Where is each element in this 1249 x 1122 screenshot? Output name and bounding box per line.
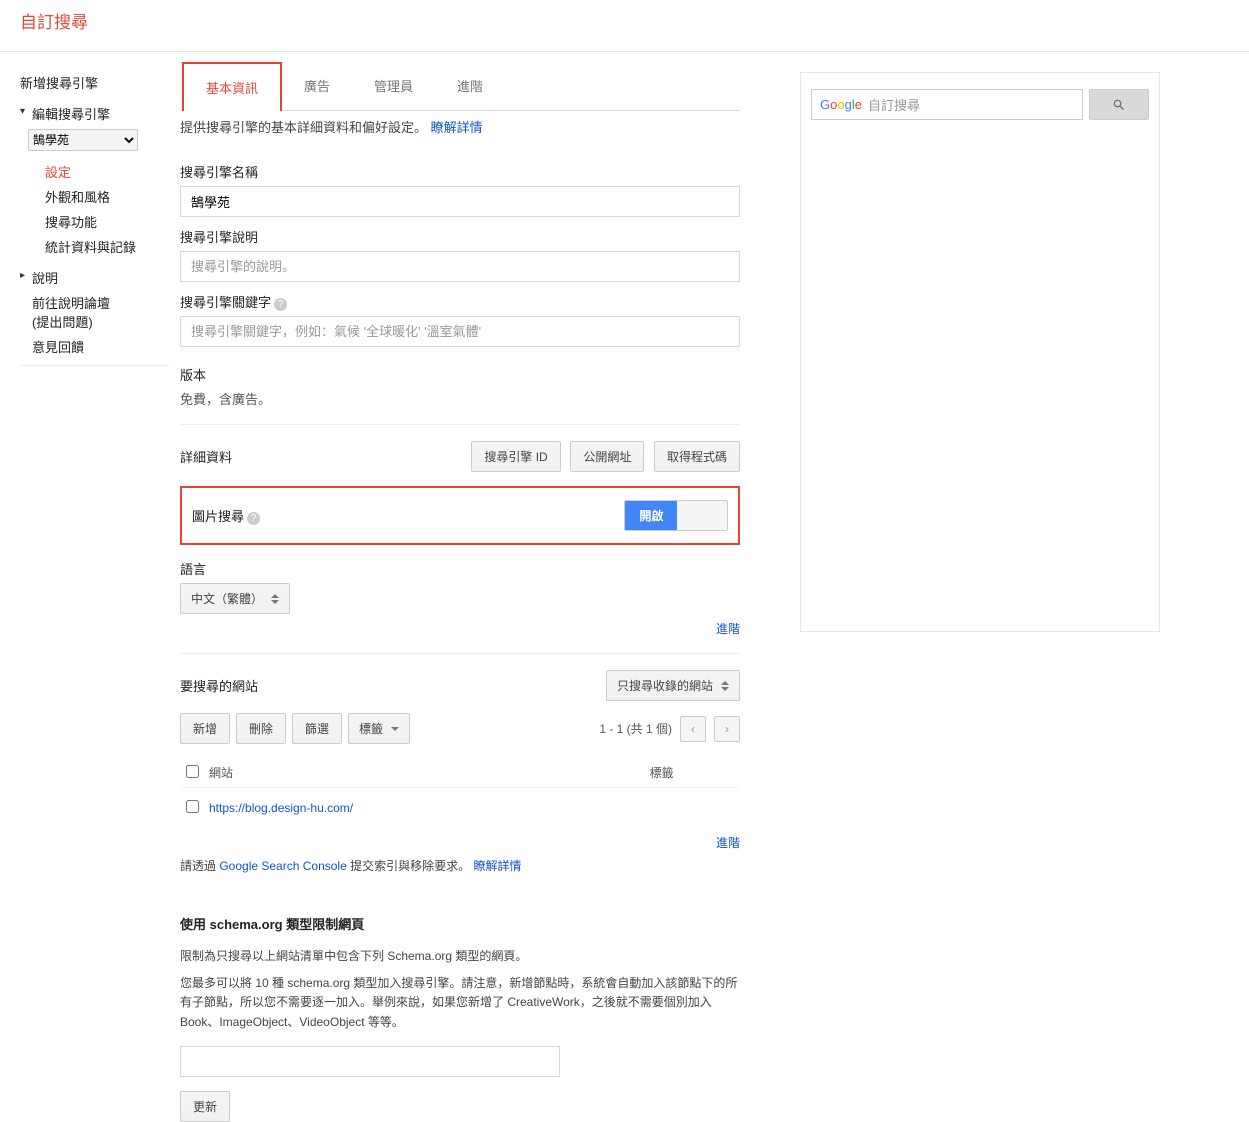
- update-button[interactable]: 更新: [180, 1091, 230, 1122]
- sidebar-item-search[interactable]: 搜尋功能: [20, 209, 170, 234]
- sidebar-edit-engine[interactable]: 編輯搜尋引擎: [20, 101, 170, 126]
- desc-input[interactable]: [180, 251, 740, 282]
- google-logo: Google: [820, 97, 862, 112]
- learn-more-link[interactable]: 瞭解詳情: [431, 120, 483, 135]
- kw-label: 搜尋引擎關鍵字?: [180, 292, 740, 311]
- schema-title: 使用 schema.org 類型限制網頁: [180, 914, 740, 933]
- schema-section: 使用 schema.org 類型限制網頁 限制為只搜尋以上網站清單中包含下列 S…: [180, 914, 740, 1122]
- engine-select[interactable]: 鵠學苑: [28, 129, 138, 151]
- version-value: 免費，含廣告。: [180, 389, 740, 408]
- sidebar-feedback[interactable]: 意見回饋: [20, 334, 170, 359]
- delete-button[interactable]: 刪除: [236, 713, 286, 744]
- lang-select[interactable]: 中文（繁體）: [180, 583, 290, 614]
- gsc-link[interactable]: Google Search Console: [219, 859, 346, 873]
- get-code-button[interactable]: 取得程式碼: [654, 441, 740, 472]
- next-page-button[interactable]: ›: [714, 716, 740, 742]
- name-input[interactable]: [180, 186, 740, 217]
- add-button[interactable]: 新增: [180, 713, 230, 744]
- tab-ads[interactable]: 廣告: [282, 62, 352, 110]
- pagination-text: 1 - 1 (共 1 個): [599, 720, 672, 737]
- help-icon[interactable]: ?: [247, 512, 260, 525]
- row-checkbox[interactable]: [186, 800, 199, 813]
- sites-table: 網站 標籤 https://blog.design-hu.com/: [180, 756, 740, 828]
- gsc-more-link[interactable]: 瞭解詳情: [473, 859, 521, 873]
- image-search-highlight: 圖片搜尋? 開啟: [180, 486, 740, 545]
- lang-label: 語言: [180, 559, 740, 578]
- sites-label: 要搜尋的網站: [180, 676, 258, 695]
- tabs: 基本資訊 廣告 管理員 進階: [180, 62, 740, 111]
- col-site: 網站: [205, 758, 644, 788]
- advanced-link-2[interactable]: 進階: [716, 836, 740, 850]
- public-url-button[interactable]: 公開網址: [570, 441, 644, 472]
- tab-admin[interactable]: 管理員: [352, 62, 435, 110]
- tag-dropdown[interactable]: 標籤: [348, 713, 410, 744]
- preview-panel: Google 自訂搜尋: [800, 72, 1160, 632]
- kw-input[interactable]: [180, 316, 740, 347]
- main-content: 基本資訊 廣告 管理員 進階 提供搜尋引擎的基本詳細資料和偏好設定。 瞭解詳情 …: [170, 52, 740, 1122]
- prev-page-button[interactable]: ‹: [680, 716, 706, 742]
- details-label: 詳細資料: [180, 447, 232, 466]
- image-search-label: 圖片搜尋?: [192, 506, 260, 525]
- sidebar-new-engine[interactable]: 新增搜尋引擎: [20, 70, 170, 95]
- engine-id-button[interactable]: 搜尋引擎 ID: [471, 441, 560, 472]
- tab-basic[interactable]: 基本資訊: [182, 62, 282, 111]
- sidebar-item-stats[interactable]: 統計資料與記錄: [20, 234, 170, 259]
- sidebar-help[interactable]: 說明: [20, 265, 170, 290]
- table-row: https://blog.design-hu.com/: [182, 790, 738, 826]
- gsc-text: 請透過 Google Search Console 提交索引與移除要求。 瞭解詳…: [180, 857, 740, 874]
- tab-advanced[interactable]: 進階: [435, 62, 505, 110]
- search-icon: [1112, 98, 1126, 112]
- version-label: 版本: [180, 365, 740, 384]
- name-label: 搜尋引擎名稱: [180, 162, 740, 181]
- site-link[interactable]: https://blog.design-hu.com/: [209, 801, 353, 815]
- schema-p2: 您最多可以將 10 種 schema.org 類型加入搜尋引擎。請注意，新增節點…: [180, 974, 740, 1032]
- advanced-link[interactable]: 進階: [716, 622, 740, 636]
- schema-input[interactable]: [180, 1046, 560, 1077]
- filter-button[interactable]: 篩選: [292, 713, 342, 744]
- sidebar-item-lookfeel[interactable]: 外觀和風格: [20, 184, 170, 209]
- select-all-checkbox[interactable]: [186, 765, 199, 778]
- sidebar: 新增搜尋引擎 編輯搜尋引擎 鵠學苑 設定 外觀和風格 搜尋功能 統計資料與記錄 …: [20, 52, 170, 1122]
- image-search-toggle[interactable]: 開啟: [624, 500, 728, 531]
- preview-search-input[interactable]: Google 自訂搜尋: [811, 89, 1083, 120]
- preview-search-button[interactable]: [1089, 89, 1149, 120]
- page-title: 自訂搜尋: [0, 0, 1249, 41]
- sidebar-forum[interactable]: 前往說明論壇 (提出問題): [20, 290, 170, 334]
- help-icon[interactable]: ?: [274, 298, 287, 311]
- sidebar-item-settings[interactable]: 設定: [20, 159, 170, 184]
- tab-description: 提供搜尋引擎的基本詳細資料和偏好設定。 瞭解詳情: [180, 111, 740, 152]
- desc-label: 搜尋引擎說明: [180, 227, 740, 246]
- schema-p1: 限制為只搜尋以上網站清單中包含下列 Schema.org 類型的網頁。: [180, 947, 740, 966]
- sites-mode-select[interactable]: 只搜尋收錄的網站: [606, 670, 740, 701]
- col-tag: 標籤: [646, 758, 738, 788]
